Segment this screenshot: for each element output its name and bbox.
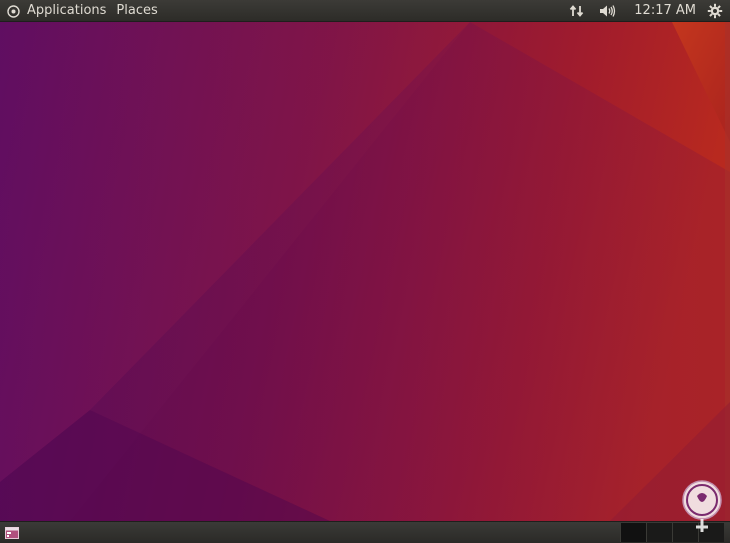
speaker-icon[interactable] bbox=[596, 0, 618, 22]
top-panel: Applications Places 12:17 AM bbox=[0, 0, 730, 22]
network-arrows-icon[interactable] bbox=[566, 0, 588, 22]
gear-icon[interactable] bbox=[704, 0, 726, 22]
clock[interactable]: 12:17 AM bbox=[628, 0, 704, 22]
desktop-screen: Applications Places 12:17 AM bbox=[0, 0, 730, 543]
watermark-logo-icon bbox=[680, 478, 724, 536]
desktop-wallpaper[interactable] bbox=[0, 22, 730, 521]
workspace-2[interactable] bbox=[646, 523, 672, 542]
distro-logo-icon[interactable] bbox=[4, 0, 22, 22]
bottom-panel bbox=[0, 521, 730, 543]
show-desktop-icon[interactable] bbox=[4, 525, 20, 541]
applications-menu[interactable]: Applications bbox=[22, 0, 111, 22]
places-menu[interactable]: Places bbox=[111, 0, 162, 22]
workspace-1[interactable] bbox=[620, 523, 646, 542]
